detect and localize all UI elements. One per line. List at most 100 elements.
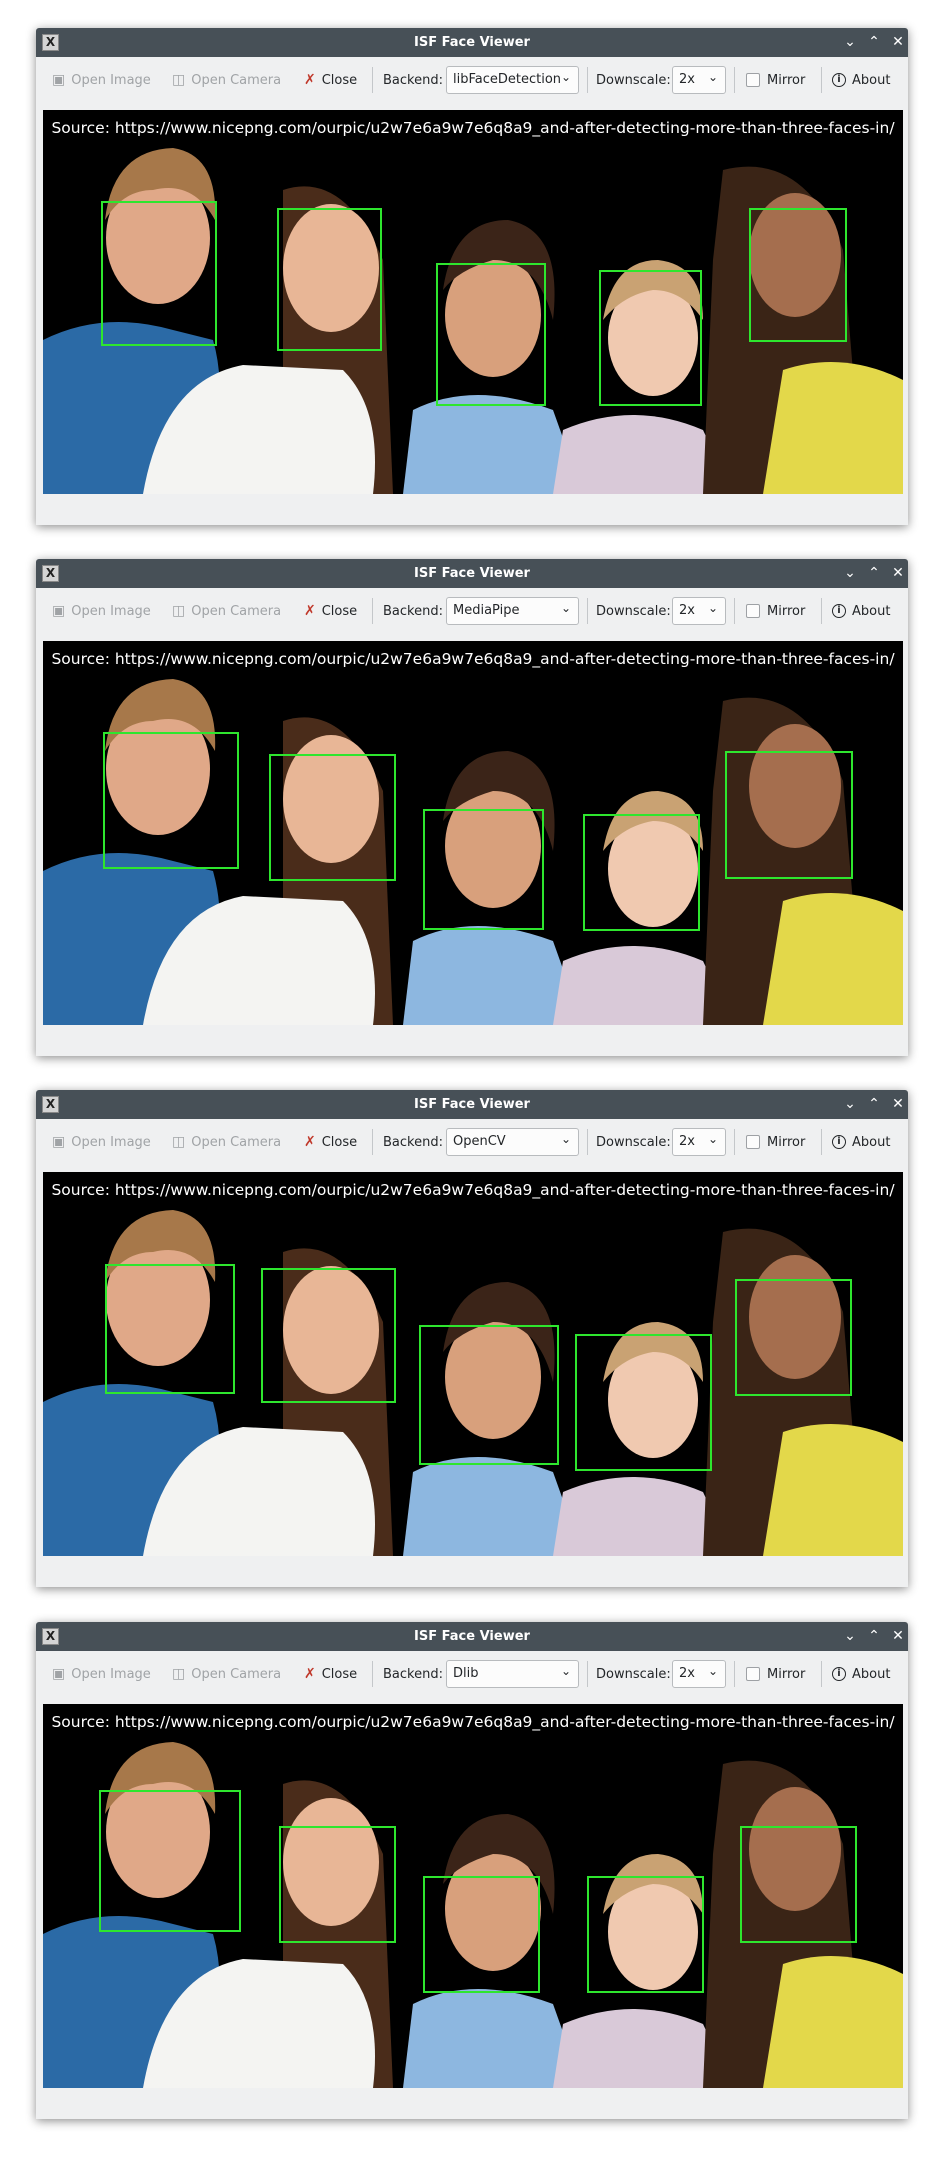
- chevron-down-icon: ⌄: [560, 1132, 571, 1146]
- backend-select[interactable]: MediaPipe ⌄: [446, 597, 579, 625]
- title-bar[interactable]: X ISF Face Viewer ⌄ ⌃ ✕: [36, 1090, 908, 1119]
- toolbar: ▣ Open Image ◫ Open Camera ✗ Close Backe…: [36, 57, 908, 103]
- mirror-checkbox-box[interactable]: [746, 604, 760, 618]
- toolbar: ▣ Open Image ◫ Open Camera ✗ Close Backe…: [36, 1119, 908, 1165]
- image-canvas[interactable]: Source: https://www.nicepng.com/ourpic/u…: [43, 1172, 903, 1556]
- window-title: ISF Face Viewer: [414, 35, 530, 50]
- mirror-checkbox-box[interactable]: [746, 73, 760, 87]
- mirror-checkbox[interactable]: Mirror: [746, 1119, 805, 1165]
- mirror-checkbox[interactable]: Mirror: [746, 1651, 805, 1697]
- chevron-down-icon[interactable]: ⌄: [840, 1626, 860, 1646]
- toolbar-separator: [587, 1129, 588, 1155]
- open-camera-button[interactable]: ◫ Open Camera: [172, 1119, 281, 1165]
- window-title: ISF Face Viewer: [414, 1097, 530, 1112]
- backend-select[interactable]: Dlib ⌄: [446, 1660, 579, 1688]
- close-button[interactable]: ✗ Close: [304, 1651, 357, 1697]
- open-image-button[interactable]: ▣ Open Image: [52, 57, 151, 103]
- face-box: [725, 751, 853, 879]
- face-box: [419, 1325, 559, 1465]
- about-button[interactable]: i About: [832, 588, 890, 634]
- title-bar[interactable]: X ISF Face Viewer ⌄ ⌃ ✕: [36, 559, 908, 588]
- face-box: [735, 1279, 852, 1396]
- backend-label: Backend:: [383, 603, 443, 619]
- about-button[interactable]: i About: [832, 57, 890, 103]
- mirror-label: Mirror: [767, 603, 806, 619]
- face-viewer-window-libfacedetection: X ISF Face Viewer ⌄ ⌃ ✕ ▣ Open Image ◫ O…: [36, 28, 908, 525]
- chevron-down-icon: ⌄: [707, 70, 718, 84]
- chevron-up-icon[interactable]: ⌃: [864, 1094, 884, 1114]
- mirror-checkbox[interactable]: Mirror: [746, 588, 805, 634]
- open-camera-button[interactable]: ◫ Open Camera: [172, 588, 281, 634]
- toolbar-separator: [821, 1129, 822, 1155]
- chevron-down-icon: ⌄: [560, 70, 571, 84]
- close-icon[interactable]: ✕: [888, 563, 908, 583]
- downscale-select[interactable]: 2x ⌄: [672, 1660, 726, 1688]
- chevron-down-icon[interactable]: ⌄: [840, 563, 860, 583]
- disconnect-icon: ✗: [304, 1666, 316, 1682]
- chevron-down-icon[interactable]: ⌄: [840, 32, 860, 52]
- face-box: [740, 1826, 857, 1943]
- backend-value: OpenCV: [453, 1134, 506, 1149]
- source-caption: Source: https://www.nicepng.com/ourpic/u…: [51, 1713, 895, 1731]
- title-bar[interactable]: X ISF Face Viewer ⌄ ⌃ ✕: [36, 1622, 908, 1651]
- backend-select[interactable]: OpenCV ⌄: [446, 1128, 579, 1156]
- camera-icon: ◫: [172, 1134, 186, 1150]
- toolbar-separator: [372, 67, 373, 93]
- close-button[interactable]: ✗ Close: [304, 588, 357, 634]
- chevron-up-icon[interactable]: ⌃: [864, 32, 884, 52]
- downscale-select[interactable]: 2x ⌄: [672, 597, 726, 625]
- face-viewer-window-mediapipe: X ISF Face Viewer ⌄ ⌃ ✕ ▣ Open Image ◫ O…: [36, 559, 908, 1056]
- open-image-button[interactable]: ▣ Open Image: [52, 1119, 151, 1165]
- toolbar-separator: [821, 598, 822, 624]
- chevron-down-icon: ⌄: [707, 601, 718, 615]
- close-label: Close: [321, 72, 358, 88]
- about-label: About: [852, 1134, 891, 1150]
- chevron-down-icon: ⌄: [560, 601, 571, 615]
- image-canvas[interactable]: Source: https://www.nicepng.com/ourpic/u…: [43, 110, 903, 494]
- mirror-label: Mirror: [767, 1666, 806, 1682]
- open-image-button[interactable]: ▣ Open Image: [52, 588, 151, 634]
- chevron-up-icon[interactable]: ⌃: [864, 563, 884, 583]
- face-box: [277, 208, 382, 351]
- open-camera-button[interactable]: ◫ Open Camera: [172, 57, 281, 103]
- mirror-checkbox-box[interactable]: [746, 1667, 760, 1681]
- downscale-value: 2x: [679, 1666, 695, 1681]
- toolbar: ▣ Open Image ◫ Open Camera ✗ Close Backe…: [36, 1651, 908, 1697]
- downscale-select[interactable]: 2x ⌄: [672, 66, 726, 94]
- about-button[interactable]: i About: [832, 1119, 890, 1165]
- face-box: [423, 809, 544, 930]
- chevron-down-icon[interactable]: ⌄: [840, 1094, 860, 1114]
- mirror-checkbox[interactable]: Mirror: [746, 57, 805, 103]
- about-button[interactable]: i About: [832, 1651, 890, 1697]
- status-bar: [36, 1556, 908, 1587]
- mirror-label: Mirror: [767, 72, 806, 88]
- close-button[interactable]: ✗ Close: [304, 1119, 357, 1165]
- backend-select[interactable]: libFaceDetection ⌄: [446, 66, 579, 94]
- face-box: [583, 814, 700, 931]
- backend-label: Backend:: [383, 72, 443, 88]
- about-label: About: [852, 603, 891, 619]
- open-image-button[interactable]: ▣ Open Image: [52, 1651, 151, 1697]
- close-icon[interactable]: ✕: [888, 1626, 908, 1646]
- chevron-down-icon: ⌄: [560, 1664, 571, 1678]
- downscale-select[interactable]: 2x ⌄: [672, 1128, 726, 1156]
- face-viewer-window-opencv: X ISF Face Viewer ⌄ ⌃ ✕ ▣ Open Image ◫ O…: [36, 1090, 908, 1587]
- close-button[interactable]: ✗ Close: [304, 57, 357, 103]
- close-icon[interactable]: ✕: [888, 1094, 908, 1114]
- status-bar: [36, 1025, 908, 1056]
- image-canvas[interactable]: Source: https://www.nicepng.com/ourpic/u…: [43, 1704, 903, 2088]
- mirror-checkbox-box[interactable]: [746, 1135, 760, 1149]
- disconnect-icon: ✗: [304, 603, 316, 619]
- open-camera-button[interactable]: ◫ Open Camera: [172, 1651, 281, 1697]
- source-caption: Source: https://www.nicepng.com/ourpic/u…: [51, 650, 895, 668]
- chevron-up-icon[interactable]: ⌃: [864, 1626, 884, 1646]
- face-box: [587, 1876, 704, 1993]
- downscale-label: Downscale:: [596, 72, 671, 88]
- title-bar[interactable]: X ISF Face Viewer ⌄ ⌃ ✕: [36, 28, 908, 57]
- toolbar-separator: [734, 67, 735, 93]
- image-canvas[interactable]: Source: https://www.nicepng.com/ourpic/u…: [43, 641, 903, 1025]
- camera-icon: ◫: [172, 1666, 186, 1682]
- open-camera-label: Open Camera: [191, 1666, 282, 1682]
- backend-value: libFaceDetection: [453, 72, 562, 87]
- close-icon[interactable]: ✕: [888, 32, 908, 52]
